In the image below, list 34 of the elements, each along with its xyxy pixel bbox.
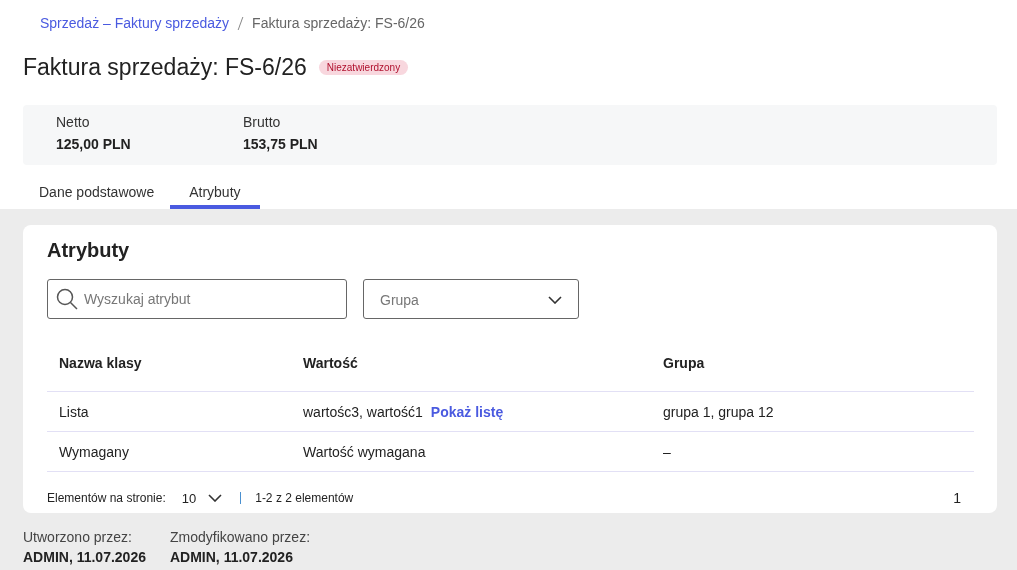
table-cell-text: Wymagany [59, 443, 130, 460]
column-header: Wartość [303, 355, 359, 371]
page-size-dropdown[interactable]: 10 [181, 490, 223, 506]
tab[interactable]: Dane podstawowe [23, 180, 171, 209]
page-number[interactable]: 1 [953, 490, 961, 506]
breadcrumb-link[interactable]: Sprzedaż – Faktury sprzedaży [40, 15, 230, 31]
audit-value: ADMIN, 11.07.2026 [169, 549, 294, 565]
audit-value: ADMIN, 11.07.2026 [23, 549, 146, 565]
page-title: Faktura sprzedaży: FS-6/26 [23, 53, 307, 81]
table-cell-text: grupa 1, grupa 12 [663, 403, 775, 420]
breadcrumb-current: Faktura sprzedaży: FS-6/26 [252, 15, 425, 31]
column-header: Grupa [663, 355, 706, 371]
page-size-label: Elementów na stronie: [47, 491, 166, 505]
search-icon [56, 288, 78, 310]
summary-label: Netto [56, 114, 91, 130]
show-list-link[interactable]: Pokaż listę [430, 403, 504, 420]
summary-label: Brutto [243, 114, 282, 130]
item-range: 1-2 z 2 elementów [255, 491, 354, 505]
group-dropdown[interactable]: Grupa [363, 279, 579, 319]
card-title: Atrybuty [47, 239, 131, 262]
summary-value: 153,75 PLN [243, 136, 319, 152]
status-badge: Niezatwierdzony [318, 59, 409, 75]
table-cell-text: – [663, 443, 672, 460]
search-field[interactable]: Wyszukaj atrybut [47, 279, 347, 319]
tab[interactable]: Atrybuty [170, 180, 260, 209]
table-cell: Wartość wymagana [303, 443, 426, 460]
audit-label: Zmodyfikowano przez: [169, 529, 311, 545]
table-cell-text: Lista [59, 403, 90, 420]
summary-value: 125,00 PLN [56, 136, 132, 152]
table-cell: wartośc3, wartość1 [303, 403, 423, 420]
audit-label: Utworzono przez: [23, 529, 133, 545]
chevron-down-icon [548, 296, 562, 304]
column-header: Nazwa klasy [59, 355, 143, 371]
chevron-down-icon [208, 494, 223, 502]
